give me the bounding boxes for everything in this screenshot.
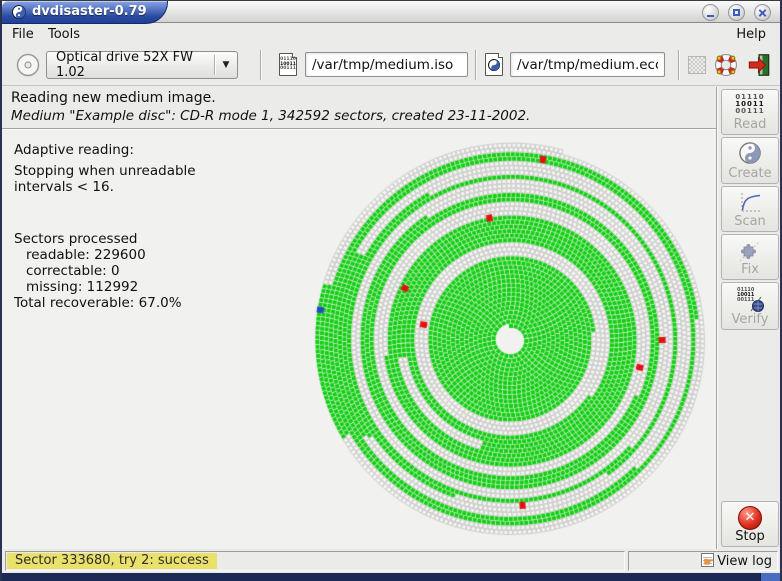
scan-button[interactable]: Scan: [721, 186, 779, 232]
create-icon: [722, 142, 778, 164]
stop-icon: ✕: [722, 506, 778, 530]
maximize-button[interactable]: [728, 4, 745, 21]
title-bar[interactable]: dvdisaster-0.79: [2, 1, 780, 23]
read-label: Read: [722, 117, 778, 132]
menu-bar: File Tools Help: [2, 24, 780, 44]
view-log-label: View log: [717, 554, 772, 569]
status-message-medium-info: Medium "Example disc": CD-R mode 1, 3425…: [11, 108, 530, 124]
reading-mode-label: Adaptive reading:: [14, 142, 134, 158]
menu-help[interactable]: Help: [730, 26, 772, 43]
app-window: dvdisaster-0.79 File Tools Help Optical …: [0, 0, 782, 581]
image-file-input[interactable]: [305, 52, 468, 77]
fix-button[interactable]: Fix: [721, 234, 779, 280]
create-label: Create: [722, 166, 778, 181]
fix-icon: [722, 239, 778, 263]
view-log-button[interactable]: ☛View log: [701, 553, 772, 570]
sectors-processed-header: Sectors processed: [14, 231, 137, 247]
stop-criterion-line1: Stopping when unreadable: [14, 163, 196, 179]
read-button[interactable]: 011101001100111 Read: [721, 89, 779, 135]
create-button[interactable]: Create: [721, 137, 779, 184]
drive-selector-value: Optical drive 52X FW 1.02: [47, 50, 214, 80]
window-bottom-border: [2, 573, 780, 581]
lifebelt-help-icon[interactable]: [713, 52, 739, 78]
quit-icon[interactable]: [746, 52, 772, 78]
log-document-icon: ☛: [701, 553, 714, 567]
close-button[interactable]: [754, 4, 771, 21]
drive-selector[interactable]: Optical drive 52X FW 1.02 ▼: [46, 51, 238, 79]
disc-sector-spiral: [301, 131, 721, 549]
minimize-button[interactable]: [702, 4, 719, 21]
status-bar: Sector 333680, try 2: success ☛View log: [2, 549, 780, 573]
app-logo-icon: [12, 5, 26, 19]
scan-label: Scan: [722, 214, 778, 229]
read-icon: 011101001100111: [722, 94, 778, 115]
window-title: dvdisaster-0.79: [32, 4, 147, 19]
sectors-correctable: correctable: 0: [26, 263, 120, 279]
fix-label: Fix: [722, 262, 778, 277]
sectors-missing: missing: 112992: [26, 279, 138, 295]
toolbar-separator: [260, 50, 262, 80]
status-message-primary: Reading new medium image.: [11, 90, 216, 106]
verify-button[interactable]: 011101001100111 Verify: [721, 282, 779, 330]
image-file-icon: 011101001100111: [279, 53, 297, 76]
title-tab: dvdisaster-0.79: [2, 1, 168, 24]
stop-button[interactable]: ✕ Stop: [721, 501, 779, 547]
toolbar-separator: [475, 50, 477, 80]
preferences-icon-disabled: [688, 56, 706, 74]
scan-icon: [722, 191, 778, 213]
stop-label: Stop: [722, 529, 778, 544]
resize-grip[interactable]: [760, 573, 780, 581]
menu-tools[interactable]: Tools: [42, 26, 86, 43]
sectors-readable: readable: 229600: [26, 247, 146, 263]
verify-icon: 011101001100111: [722, 287, 778, 311]
menu-file[interactable]: File: [6, 26, 40, 43]
view-log-panel: ☛View log: [628, 551, 778, 571]
ecc-file-icon: [485, 53, 503, 76]
toolbar: Optical drive 52X FW 1.02 ▼ 011101001100…: [2, 44, 780, 86]
total-recoverable: Total recoverable: 67.0%: [14, 295, 182, 311]
verify-label: Verify: [722, 312, 778, 327]
toolbar-separator: [678, 50, 680, 80]
sector-status-message: Sector 333680, try 2: success: [7, 553, 217, 569]
chevron-down-icon: ▼: [215, 60, 237, 70]
ecc-file-input[interactable]: [510, 52, 665, 77]
stop-criterion-line2: intervals < 16.: [14, 179, 114, 195]
disc-icon: [15, 52, 41, 78]
sector-status-panel: Sector 333680, try 2: success: [5, 551, 625, 571]
